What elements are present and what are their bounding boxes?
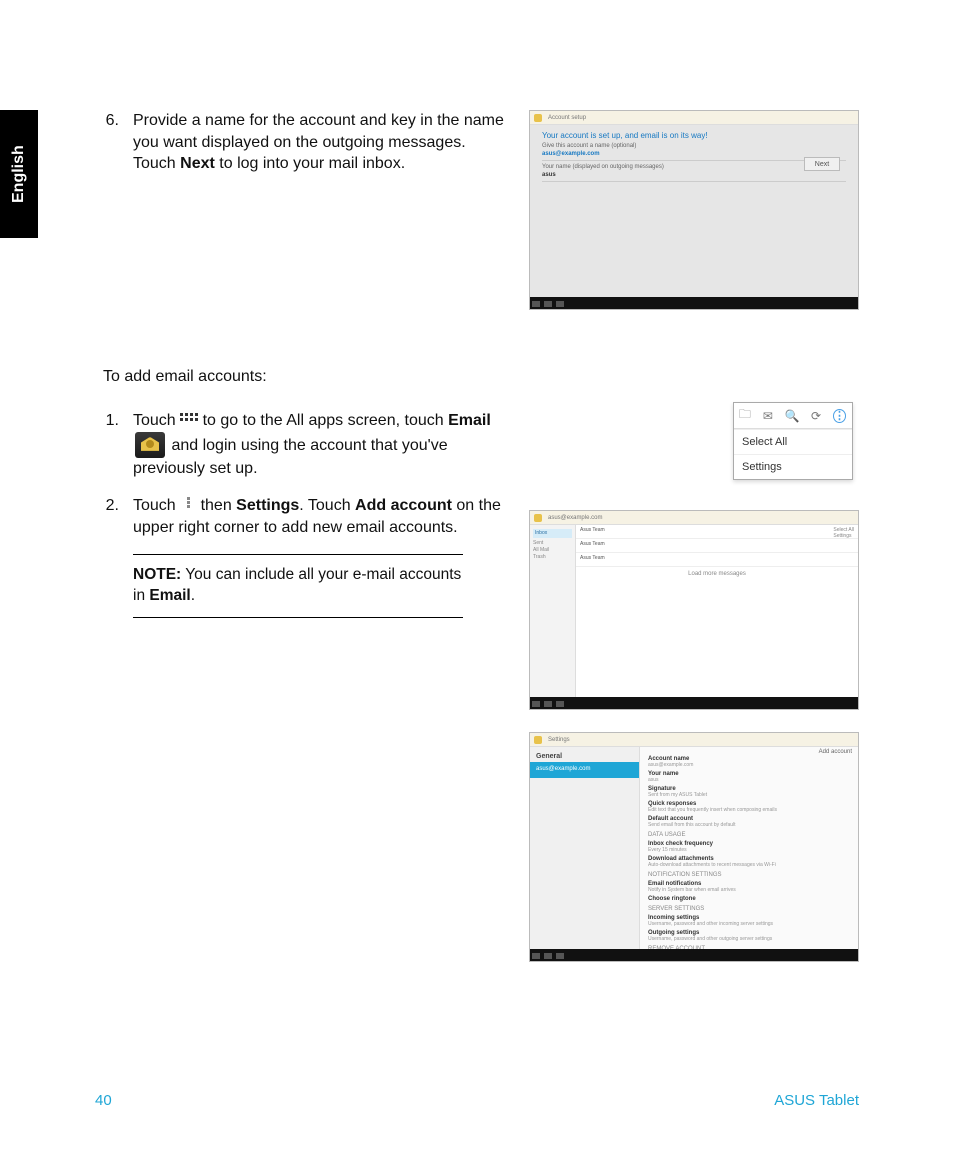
overflow-icon[interactable]: ⋮ — [833, 409, 846, 423]
refresh-icon[interactable]: ⟳ — [811, 409, 821, 423]
step6-text: Provide a name for the account and key i… — [133, 110, 505, 175]
menu-settings[interactable]: Settings — [734, 454, 852, 479]
step1-number: 1. — [95, 410, 119, 479]
menu-select-all[interactable]: Select All — [734, 429, 852, 454]
email-app-icon — [135, 432, 165, 458]
footer-title: ASUS Tablet — [774, 1092, 859, 1109]
step2-text: Touch then Settings. Touch Add account o… — [133, 495, 505, 538]
menu-popup: 🗀 ✉ 🔍 ⟳ ⋮ Select All Settings — [733, 402, 853, 480]
all-apps-icon — [180, 412, 198, 426]
screenshot-settings: Settings Add account General asus@exampl… — [529, 732, 859, 962]
step6-number: 6. — [95, 110, 119, 175]
folder-icon[interactable]: 🗀 — [739, 409, 751, 423]
next-button[interactable]: Next — [804, 157, 840, 171]
note-box: NOTE: You can include all your e-mail ac… — [133, 554, 463, 618]
page-number: 40 — [95, 1092, 112, 1109]
account-selected[interactable]: asus@example.com — [530, 762, 639, 778]
compose-icon[interactable]: ✉ — [763, 409, 773, 423]
screenshot-account-setup: Account setup Your account is set up, an… — [529, 110, 859, 310]
step2-number: 2. — [95, 495, 119, 538]
screenshot-inbox: asus@example.com Inbox Sent All Mail Tra… — [529, 510, 859, 710]
search-icon[interactable]: 🔍 — [785, 409, 799, 423]
step1-text: Touch to go to the All apps screen, touc… — [133, 410, 505, 479]
intro-text: To add email accounts: — [103, 368, 859, 386]
overflow-menu-icon — [182, 496, 194, 512]
language-tab: English — [0, 110, 38, 238]
